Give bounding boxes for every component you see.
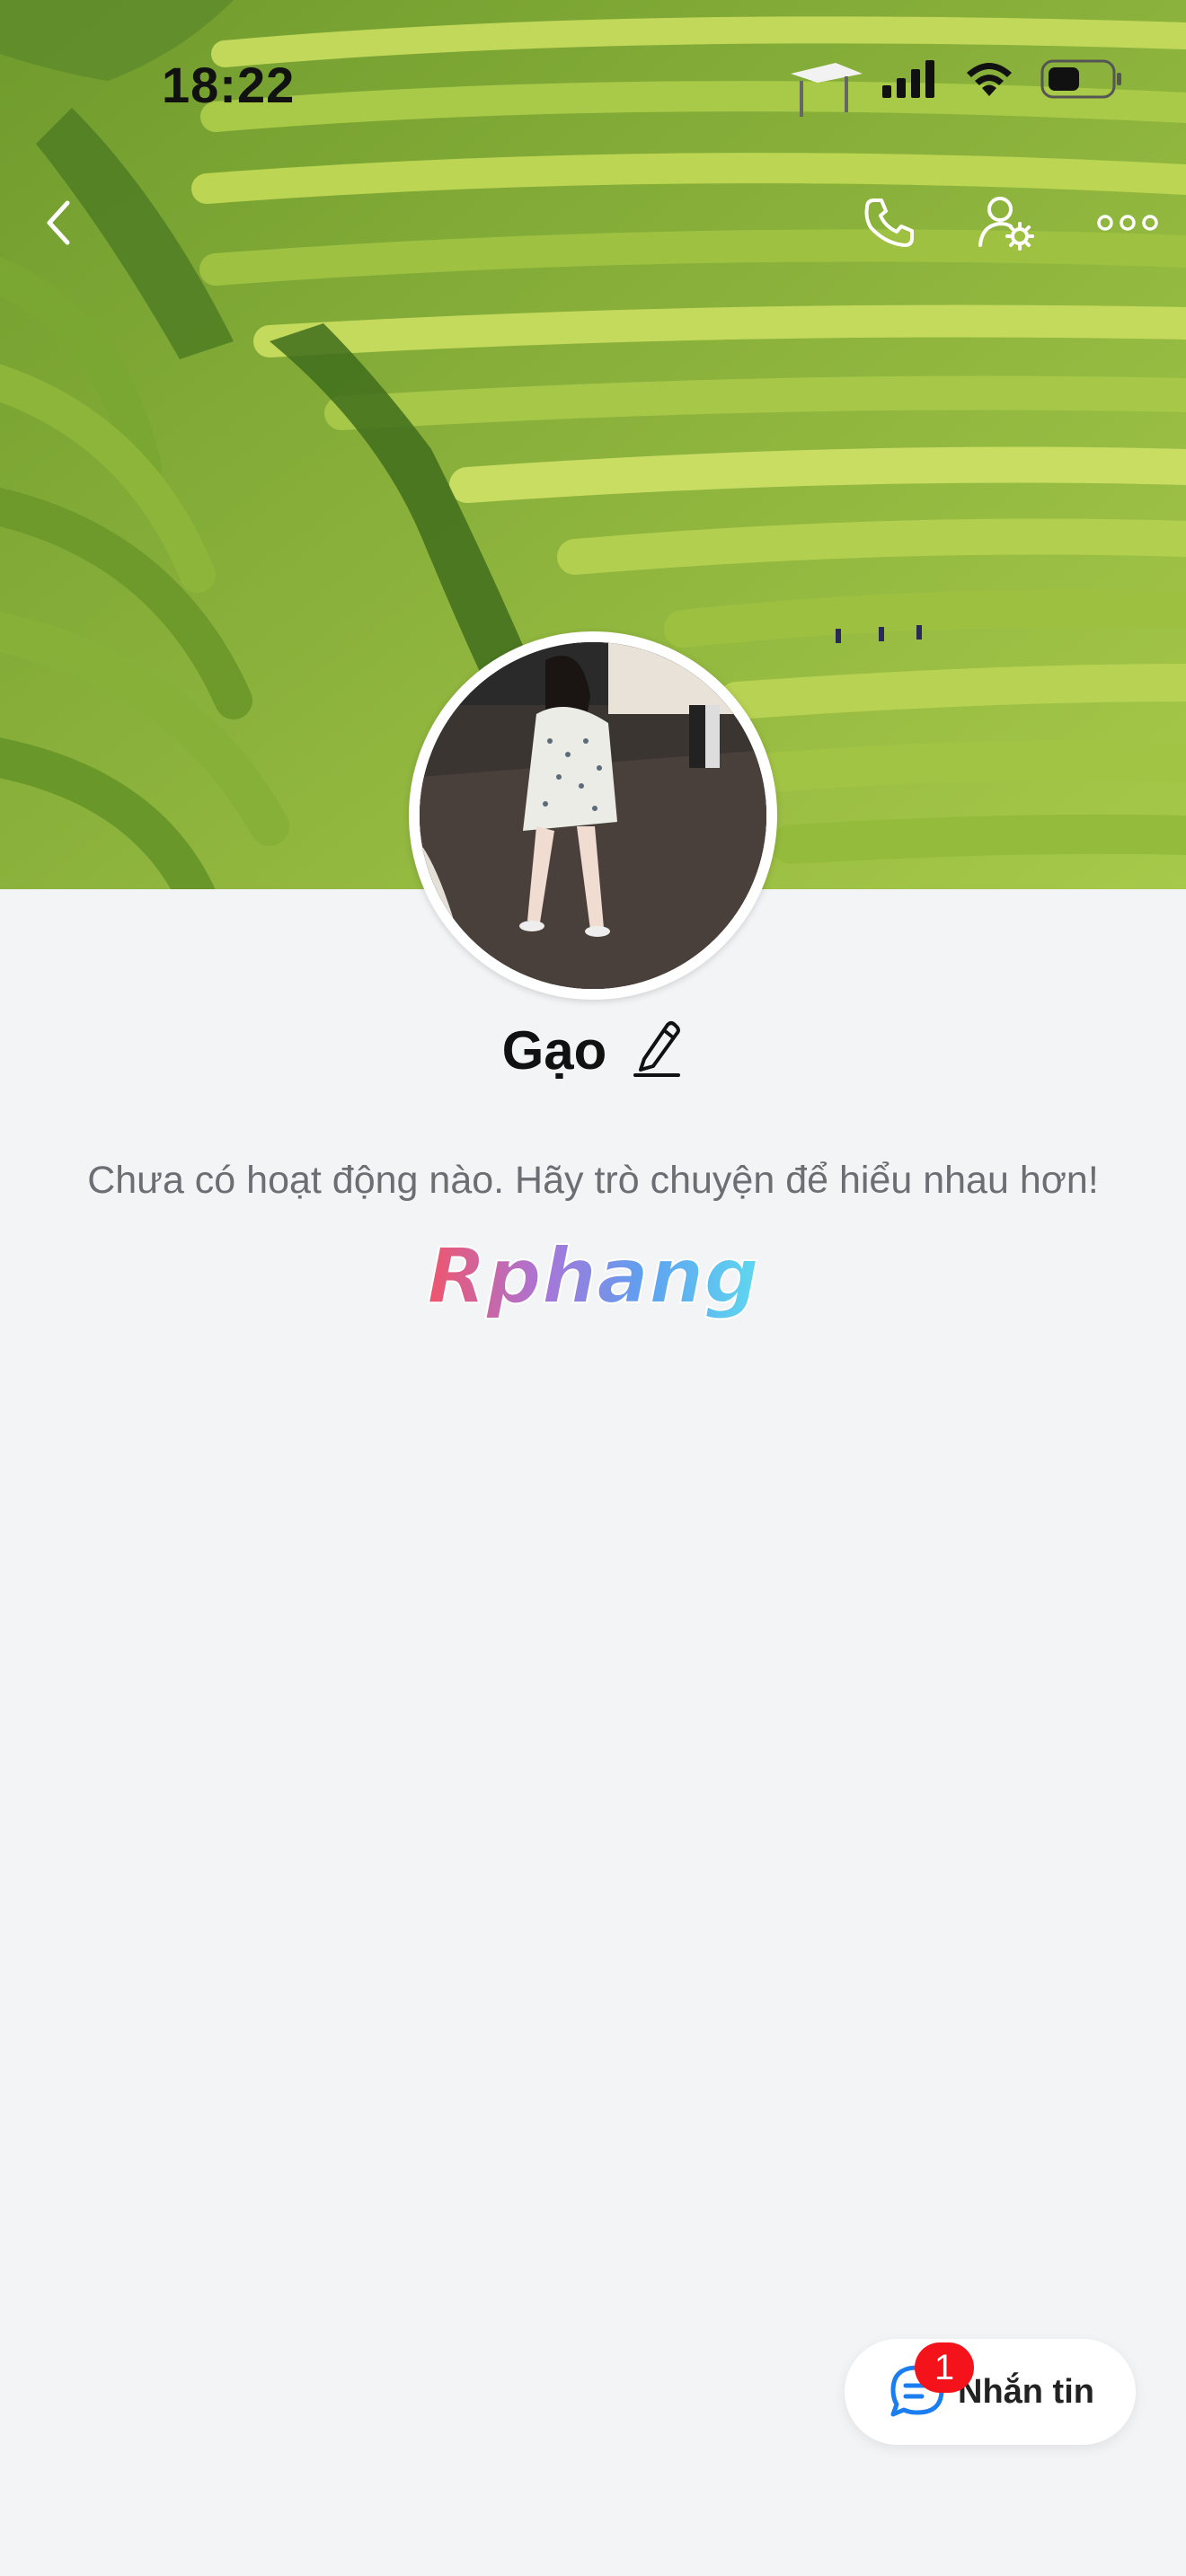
battery-icon (1040, 59, 1123, 103)
watermark-logo: Rphang (413, 1231, 773, 1329)
pencil-icon (632, 1019, 682, 1081)
chevron-left-icon (40, 198, 76, 252)
svg-text:Rphang: Rphang (427, 1231, 759, 1321)
message-button[interactable]: Nhắn tin (845, 2339, 1136, 2445)
status-icons (882, 59, 1123, 103)
avatar-photo (420, 642, 766, 989)
person-gear-icon (977, 193, 1036, 257)
edit-name-button[interactable] (630, 1021, 684, 1081)
status-time: 18:22 (162, 57, 296, 113)
activity-empty-text: Chưa có hoạt động nào. Hãy trò chuyện để… (87, 1159, 1099, 1202)
phone-icon (862, 195, 917, 255)
back-button[interactable] (18, 184, 99, 265)
profile-settings-button[interactable] (966, 184, 1047, 265)
message-button-label: Nhắn tin (958, 2372, 1094, 2411)
status-bar: 18:22 (0, 0, 1186, 171)
unread-badge: 1 (915, 2342, 974, 2393)
wifi-icon (963, 60, 1015, 102)
more-dots-icon (1096, 212, 1159, 238)
name-row: Gạo (0, 1019, 1186, 1081)
signal-icon (882, 60, 938, 102)
more-options-button[interactable] (1087, 184, 1168, 265)
avatar[interactable] (409, 631, 777, 1000)
call-button[interactable] (849, 184, 930, 265)
profile-name: Gạo (501, 1020, 607, 1081)
